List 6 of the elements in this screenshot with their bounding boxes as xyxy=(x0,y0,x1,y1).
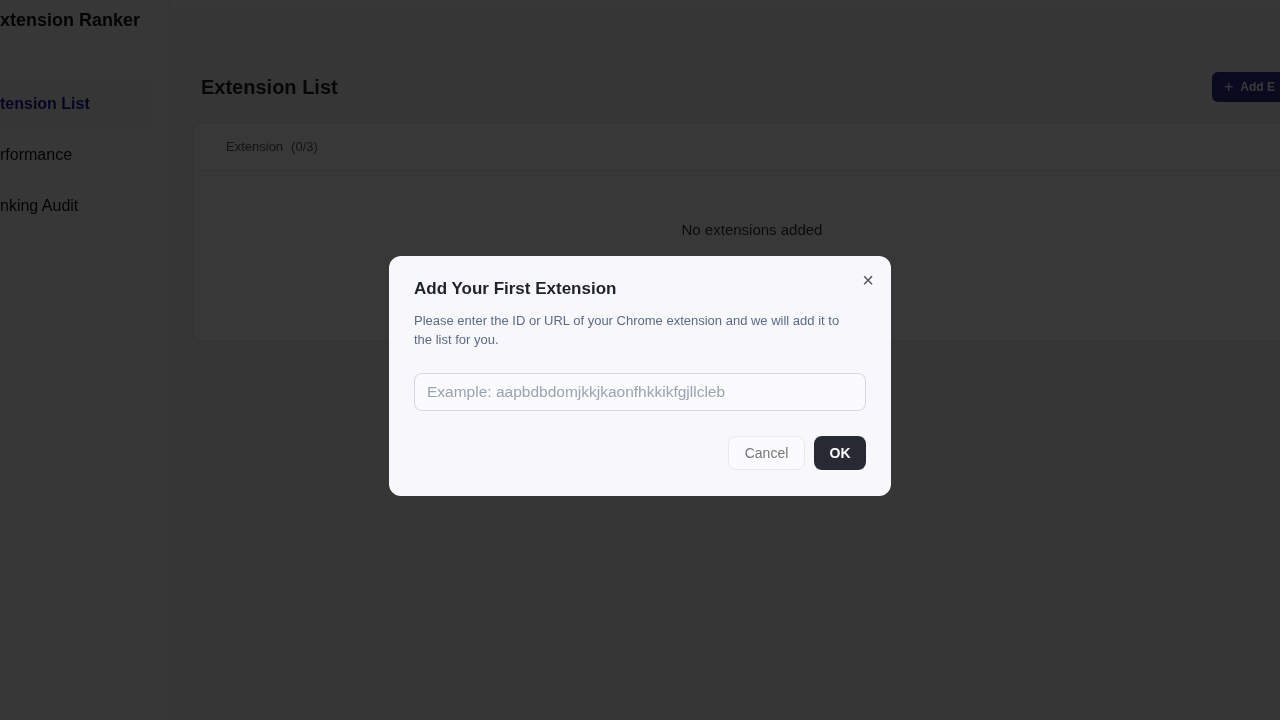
extension-id-field[interactable]: Example: aapbdbdomjkkjkaonfhkkikfgjllcleb xyxy=(414,373,866,411)
dialog-title: Add Your First Extension xyxy=(414,278,618,300)
cancel-button[interactable]: Cancel xyxy=(728,436,805,470)
dialog-description: Please enter the ID or URL of your Chrome extension and we will add it to the list for you. xyxy=(414,312,841,349)
ok-button[interactable]: OK xyxy=(814,436,866,470)
plus-icon: + xyxy=(1224,79,1234,95)
